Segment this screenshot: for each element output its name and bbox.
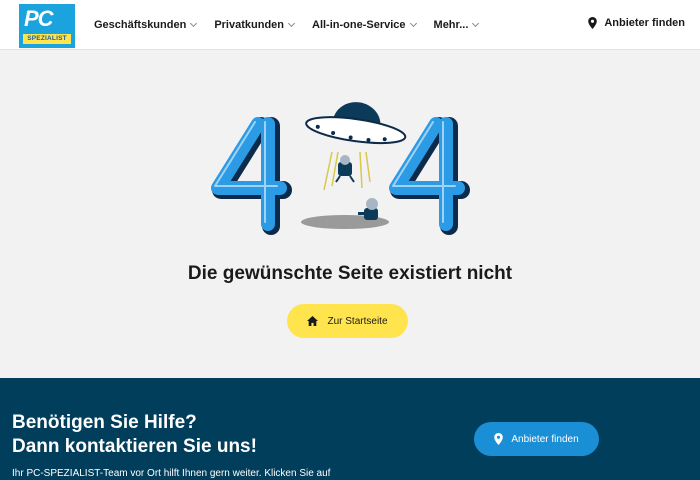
nav-item-label: Privatkunden xyxy=(214,19,284,31)
home-button[interactable]: Zur Startseite xyxy=(287,304,408,338)
error-title: Die gewünschte Seite existiert nicht xyxy=(187,263,513,284)
find-provider-label: Anbieter finden xyxy=(604,17,685,29)
help-banner: Benötigen Sie Hilfe? Dann kontaktieren S… xyxy=(0,378,700,480)
abducted-robot xyxy=(335,155,355,183)
nav-item-label: All-in-one-Service xyxy=(312,19,406,31)
nav-item-all-in-one-service[interactable]: All-in-one-Service xyxy=(312,19,417,31)
nav-item-label: Geschäftskunden xyxy=(94,19,187,31)
chevron-down-icon xyxy=(190,19,198,28)
chevron-down-icon xyxy=(287,19,296,28)
nav-item-mehr[interactable]: Mehr... xyxy=(433,19,480,31)
location-pin-icon xyxy=(588,17,598,29)
logo-subline: SPEZIALIST xyxy=(23,34,71,44)
site-header: PC SPEZIALIST Geschäftskunden Privatkund… xyxy=(0,0,700,50)
main-nav: Geschäftskunden Privatkunden All-in-one-… xyxy=(94,0,496,50)
ufo xyxy=(305,102,407,145)
home-button-label: Zur Startseite xyxy=(327,315,388,327)
footer-find-provider-button[interactable]: Anbieter finden xyxy=(474,422,599,456)
help-heading-line2: Dann kontaktieren Sie uns! xyxy=(12,436,257,457)
footer-find-provider-label: Anbieter finden xyxy=(511,433,579,445)
brand-logo[interactable]: PC SPEZIALIST xyxy=(19,4,75,48)
home-icon xyxy=(307,316,319,326)
location-pin-icon xyxy=(494,433,504,445)
error-404-illustration xyxy=(211,102,470,235)
nav-item-label: Mehr... xyxy=(433,19,469,31)
nav-item-privatkunden[interactable]: Privatkunden xyxy=(214,19,296,31)
find-provider-link[interactable]: Anbieter finden xyxy=(588,17,685,29)
help-text: Ihr PC-SPEZIALIST-Team vor Ort hilft Ihn… xyxy=(12,468,331,479)
nav-item-geschaeftskunden[interactable]: Geschäftskunden xyxy=(94,19,198,31)
chevron-down-icon xyxy=(472,19,480,28)
help-heading-line1: Benötigen Sie Hilfe? xyxy=(12,412,197,433)
chevron-down-icon xyxy=(409,19,417,28)
logo-wordmark: PC xyxy=(24,6,54,31)
digit-left xyxy=(211,117,292,235)
